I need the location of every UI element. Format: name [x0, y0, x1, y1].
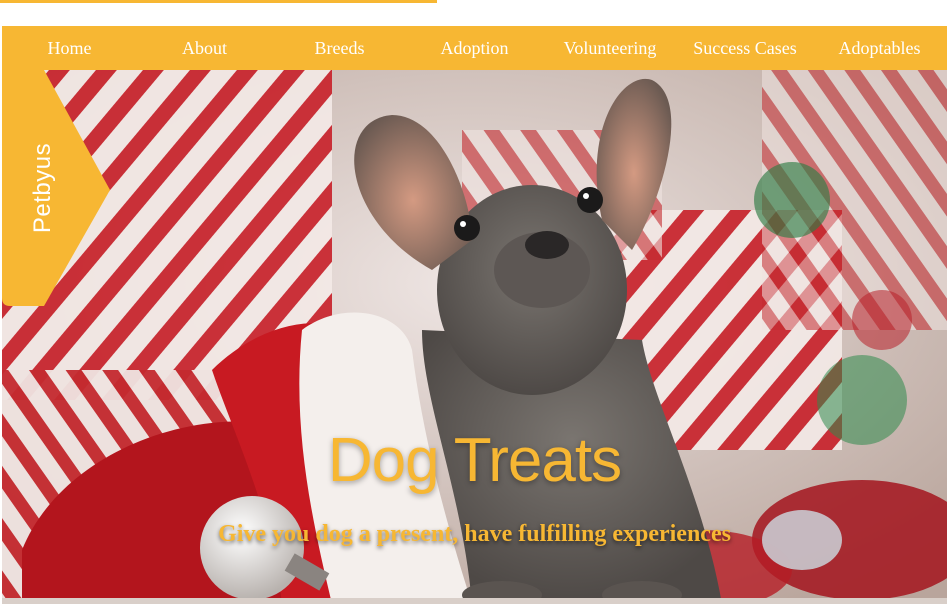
nav-item-adoption[interactable]: Adoption — [407, 38, 542, 59]
brand-logo-text: Petbyus — [29, 142, 56, 234]
nav-item-adoptables[interactable]: Adoptables — [812, 38, 947, 59]
hero-subtitle: Give you dog a present, have fulfilling … — [218, 521, 731, 547]
nav-item-success-cases[interactable]: Success Cases — [678, 38, 812, 59]
nav-item-volunteering[interactable]: Volunteering — [542, 38, 678, 59]
main-navigation: Home About Breeds Adoption Volunteering … — [2, 26, 947, 70]
nav-item-breeds[interactable]: Breeds — [272, 38, 407, 59]
brand-tab[interactable]: Petbyus — [2, 70, 112, 306]
brand-tab-shape — [2, 70, 110, 306]
nav-item-home[interactable]: Home — [2, 38, 137, 59]
nav-item-about[interactable]: About — [137, 38, 272, 59]
hero-title: Dog Treats — [327, 425, 622, 495]
top-accent-bar — [0, 0, 437, 3]
